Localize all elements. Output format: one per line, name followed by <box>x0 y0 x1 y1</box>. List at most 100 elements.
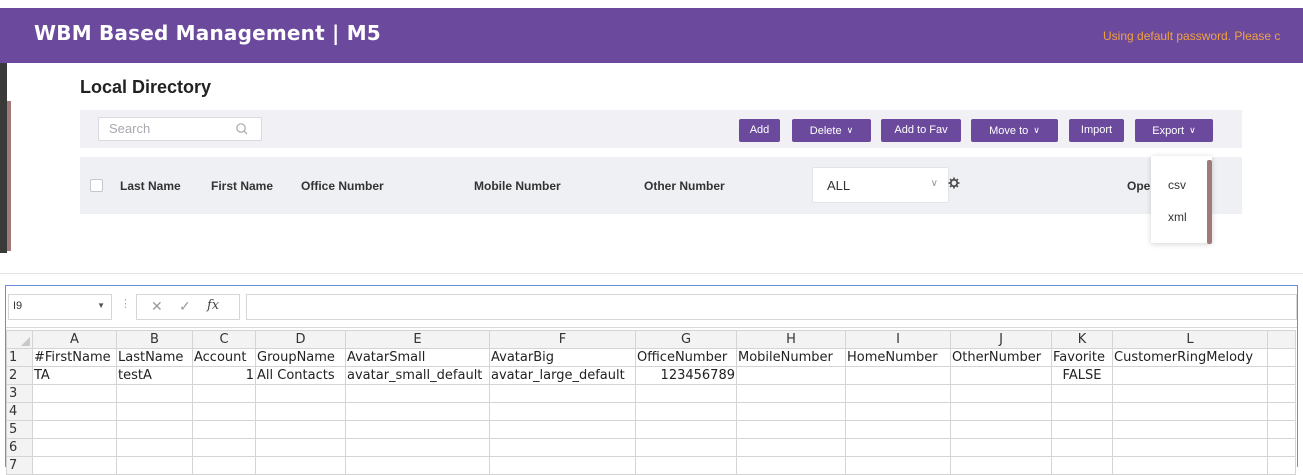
col-first-name[interactable]: First Name <box>211 179 273 193</box>
column-header[interactable]: H <box>736 330 846 349</box>
cell[interactable] <box>1112 420 1268 439</box>
gear-icon[interactable] <box>948 177 960 189</box>
search-input[interactable] <box>99 118 229 138</box>
cell[interactable] <box>950 420 1052 439</box>
row-header[interactable]: 1 <box>6 348 33 367</box>
check-icon[interactable]: ✓ <box>179 298 191 315</box>
cell[interactable] <box>635 402 737 421</box>
column-header[interactable]: B <box>116 330 193 349</box>
cell[interactable] <box>116 420 193 439</box>
cell[interactable] <box>345 402 490 421</box>
delete-button[interactable]: Delete ∨ <box>792 119 871 142</box>
cell[interactable] <box>1051 384 1113 403</box>
cell[interactable]: MobileNumber <box>736 348 846 367</box>
export-button[interactable]: Export ∨ <box>1135 119 1213 142</box>
column-header[interactable]: L <box>1112 330 1268 349</box>
select-all-checkbox[interactable] <box>90 179 103 192</box>
cell[interactable] <box>736 438 846 457</box>
col-office-number[interactable]: Office Number <box>301 179 384 193</box>
dropdown-scrollbar[interactable] <box>1207 160 1212 244</box>
row-header[interactable]: 4 <box>6 402 33 421</box>
column-header[interactable]: F <box>489 330 636 349</box>
cell[interactable]: AvatarSmall <box>345 348 490 367</box>
cell[interactable] <box>192 384 256 403</box>
formula-bar-grip[interactable]: ⋮ <box>120 297 131 310</box>
cell[interactable] <box>345 384 490 403</box>
cell[interactable] <box>489 384 636 403</box>
cell[interactable] <box>1112 438 1268 457</box>
cell[interactable] <box>255 402 346 421</box>
col-mobile-number[interactable]: Mobile Number <box>474 179 561 193</box>
cell[interactable]: AvatarBig <box>489 348 636 367</box>
cell[interactable] <box>32 384 117 403</box>
export-option-xml[interactable]: xml <box>1168 210 1187 224</box>
cell[interactable] <box>32 420 117 439</box>
cell[interactable] <box>736 402 846 421</box>
cell[interactable] <box>845 438 951 457</box>
cell[interactable] <box>845 366 951 385</box>
cell[interactable]: OtherNumber <box>950 348 1052 367</box>
column-header[interactable]: K <box>1051 330 1113 349</box>
name-box[interactable]: I9 ▼ <box>8 294 112 320</box>
cell[interactable] <box>1051 438 1113 457</box>
cell[interactable] <box>736 420 846 439</box>
cell[interactable] <box>1267 420 1296 439</box>
cell[interactable]: avatar_small_default <box>345 366 490 385</box>
cell[interactable] <box>116 384 193 403</box>
default-password-warning[interactable]: Using default password. Please c <box>1103 29 1280 43</box>
cell[interactable] <box>489 438 636 457</box>
row-header[interactable]: 6 <box>6 438 33 457</box>
cell[interactable]: TA <box>32 366 117 385</box>
cell[interactable] <box>1051 420 1113 439</box>
cell[interactable] <box>255 420 346 439</box>
group-filter-select[interactable]: ALL ∨ <box>812 167 949 203</box>
cell[interactable] <box>950 402 1052 421</box>
cell[interactable] <box>845 402 951 421</box>
cell[interactable] <box>345 420 490 439</box>
select-all-cells-corner[interactable] <box>6 330 33 349</box>
cell[interactable] <box>635 438 737 457</box>
cell[interactable] <box>116 438 193 457</box>
sidebar-scrollbar[interactable] <box>7 101 11 251</box>
column-header[interactable] <box>1267 330 1296 349</box>
cell[interactable]: Account <box>192 348 256 367</box>
cell[interactable] <box>489 420 636 439</box>
move-to-button[interactable]: Move to ∨ <box>971 119 1058 142</box>
cell[interactable]: HomeNumber <box>845 348 951 367</box>
add-to-fav-button[interactable]: Add to Fav <box>881 119 961 142</box>
cell[interactable] <box>489 402 636 421</box>
cell[interactable] <box>192 438 256 457</box>
cell[interactable]: testA <box>116 366 193 385</box>
formula-input[interactable] <box>246 294 1297 320</box>
cell[interactable]: 123456789 <box>635 366 737 385</box>
add-button[interactable]: Add <box>739 119 780 142</box>
function-icon[interactable]: fx <box>207 298 219 313</box>
cell[interactable] <box>1112 366 1268 385</box>
cell[interactable] <box>736 366 846 385</box>
col-last-name[interactable]: Last Name <box>120 179 181 193</box>
cell[interactable] <box>345 438 490 457</box>
column-header[interactable]: D <box>255 330 346 349</box>
cell[interactable] <box>32 402 117 421</box>
column-header[interactable]: A <box>32 330 117 349</box>
col-other-number[interactable]: Other Number <box>644 179 725 193</box>
cell[interactable] <box>1267 366 1296 385</box>
column-header[interactable]: G <box>635 330 737 349</box>
cell[interactable] <box>635 384 737 403</box>
search-box[interactable] <box>98 117 262 141</box>
cell[interactable]: GroupName <box>255 348 346 367</box>
cell[interactable] <box>1267 348 1296 367</box>
cell[interactable] <box>635 420 737 439</box>
cell[interactable]: FALSE <box>1051 366 1113 385</box>
chevron-down-icon[interactable]: ▼ <box>97 301 105 310</box>
cell[interactable] <box>116 402 193 421</box>
column-header[interactable]: E <box>345 330 490 349</box>
export-option-csv[interactable]: csv <box>1168 178 1186 192</box>
cell[interactable]: Favorite <box>1051 348 1113 367</box>
cell[interactable] <box>255 438 346 457</box>
row-header[interactable]: 5 <box>6 420 33 439</box>
cell[interactable]: All Contacts <box>255 366 346 385</box>
cell[interactable] <box>192 420 256 439</box>
cell[interactable] <box>255 384 346 403</box>
cell[interactable] <box>1051 402 1113 421</box>
